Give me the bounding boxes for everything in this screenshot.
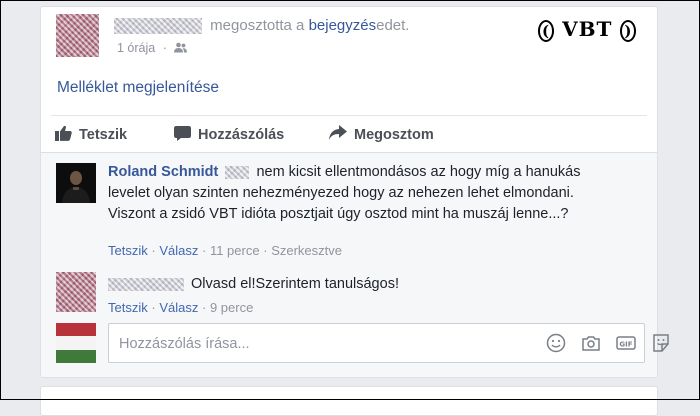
next-post-card xyxy=(40,386,658,416)
thumbs-up-icon xyxy=(55,125,79,145)
comment-reply-link[interactable]: Válasz xyxy=(159,243,198,258)
comment-meta: Tetszik · Válasz · 9 perce xyxy=(108,300,254,315)
share-button[interactable]: Megosztom xyxy=(329,125,434,144)
blurred-mention xyxy=(225,165,250,179)
comment-button[interactable]: Hozzászólás xyxy=(174,125,284,145)
like-button[interactable]: Tetszik xyxy=(55,125,127,145)
post-card: megosztotta a bejegyzésedet. 1 órája · (… xyxy=(40,6,669,378)
comment-like-link[interactable]: Tetszik xyxy=(108,243,148,258)
emoji-icon[interactable] xyxy=(546,333,566,353)
comment-icon xyxy=(174,125,198,145)
comment-time[interactable]: 11 perce xyxy=(210,243,260,258)
action-bar: Tetszik Hozzászólás Megosztom xyxy=(51,115,647,154)
attachment-link[interactable]: Melléklet megjelenítése xyxy=(57,79,219,97)
post-timestamp[interactable]: 1 órája xyxy=(117,41,155,55)
post-header: megosztotta a bejegyzésedet. xyxy=(114,17,410,35)
comment-edited[interactable]: Szerkesztve xyxy=(271,243,342,258)
comment-input-box[interactable]: GIF xyxy=(108,323,669,363)
svg-text:GIF: GIF xyxy=(619,341,632,349)
gif-icon[interactable]: GIF xyxy=(616,333,636,353)
shared-post-link[interactable]: bejegyzés xyxy=(309,17,377,34)
shared-text: megosztotta a xyxy=(210,17,305,34)
comment-reply-link[interactable]: Válasz xyxy=(159,300,198,315)
post-author-avatar[interactable] xyxy=(56,14,99,57)
comment-meta: Tetszik · Válasz · 11 perce · Szerkesztv… xyxy=(108,243,342,258)
current-user-avatar[interactable] xyxy=(56,323,96,363)
comment-time[interactable]: 9 perce xyxy=(210,300,253,315)
comment-body: Olvasd el!Szerintem tanulságos! xyxy=(108,274,399,295)
friends-icon[interactable] xyxy=(174,42,188,53)
commenter-avatar[interactable] xyxy=(56,163,96,203)
camera-icon[interactable] xyxy=(581,333,601,353)
post-meta: 1 órája · xyxy=(117,41,188,55)
comment-body: Roland Schmidt nem kicsit ellentmondásos… xyxy=(108,164,581,222)
comment-like-link[interactable]: Tetszik xyxy=(108,300,148,315)
commenter-avatar[interactable] xyxy=(56,272,96,312)
vbt-watermark: ( VBT ) xyxy=(538,17,637,42)
shared-suffix: edet. xyxy=(376,17,410,34)
comment-input[interactable] xyxy=(117,333,501,355)
comments-section: Roland Schmidt nem kicsit ellentmondásos… xyxy=(41,152,669,377)
comment-author-name[interactable]: Roland Schmidt xyxy=(108,164,218,180)
sticker-icon[interactable] xyxy=(651,333,671,353)
blurred-author-name[interactable] xyxy=(114,18,202,35)
blurred-author-name[interactable] xyxy=(108,277,184,291)
share-icon xyxy=(329,125,354,144)
